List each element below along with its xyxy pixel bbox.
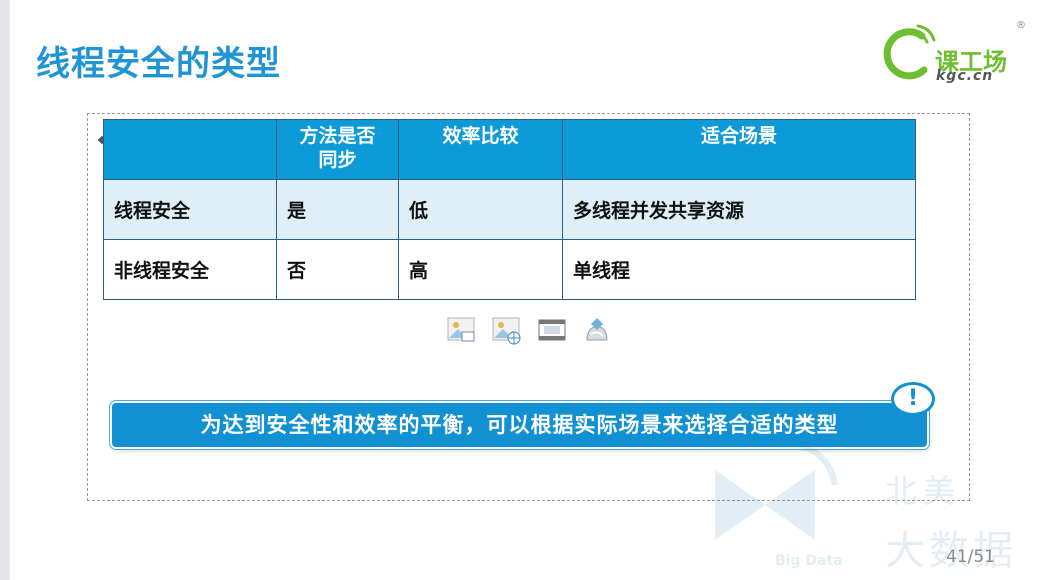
watermark-logo-icon xyxy=(715,442,838,540)
table-cell: 非线程安全 xyxy=(103,239,277,300)
table-cell: 高 xyxy=(398,239,563,300)
table-header-row: 方法是否同步 效率比较 适合场景 xyxy=(103,119,916,180)
table-header-cell: 方法是否同步 xyxy=(276,119,399,180)
logo-c-icon xyxy=(883,24,936,80)
table-cell: 低 xyxy=(398,179,563,240)
picture-icon[interactable] xyxy=(446,314,478,346)
slide-title: 线程安全的类型 xyxy=(36,44,281,84)
thread-safety-table[interactable]: 方法是否同步 效率比较 适合场景 线程安全 是 低 多线程并发共享资源 非线程安… xyxy=(103,119,916,300)
online-picture-icon[interactable] xyxy=(491,314,523,346)
watermark-en: Big Data xyxy=(775,553,843,569)
table-cell: 线程安全 xyxy=(103,179,277,240)
table-row: 非线程安全 否 高 单线程 xyxy=(103,239,916,300)
logo-en-text: kgc.cn xyxy=(936,68,994,84)
watermark-cn-line1: 北美 xyxy=(885,472,962,510)
page-number: 41/51 xyxy=(946,547,995,567)
video-icon[interactable] xyxy=(536,314,568,346)
exclamation-icon: ! xyxy=(891,382,935,416)
table-header-cell xyxy=(103,119,277,180)
table-cell: 是 xyxy=(276,179,399,240)
table-cell: 否 xyxy=(276,239,399,300)
table-header-cell: 效率比较 xyxy=(398,119,563,180)
kgc-logo: 课工场 kgc.cn ® xyxy=(880,14,1030,84)
smartart-icon[interactable] xyxy=(581,314,613,346)
registered-mark: ® xyxy=(1016,20,1026,31)
table-row: 线程安全 是 低 多线程并发共享资源 xyxy=(103,179,916,240)
table-cell: 单线程 xyxy=(562,239,916,300)
table-cell: 多线程并发共享资源 xyxy=(562,179,916,240)
left-edge-strip xyxy=(0,0,10,580)
table-header-cell: 适合场景 xyxy=(562,119,916,180)
